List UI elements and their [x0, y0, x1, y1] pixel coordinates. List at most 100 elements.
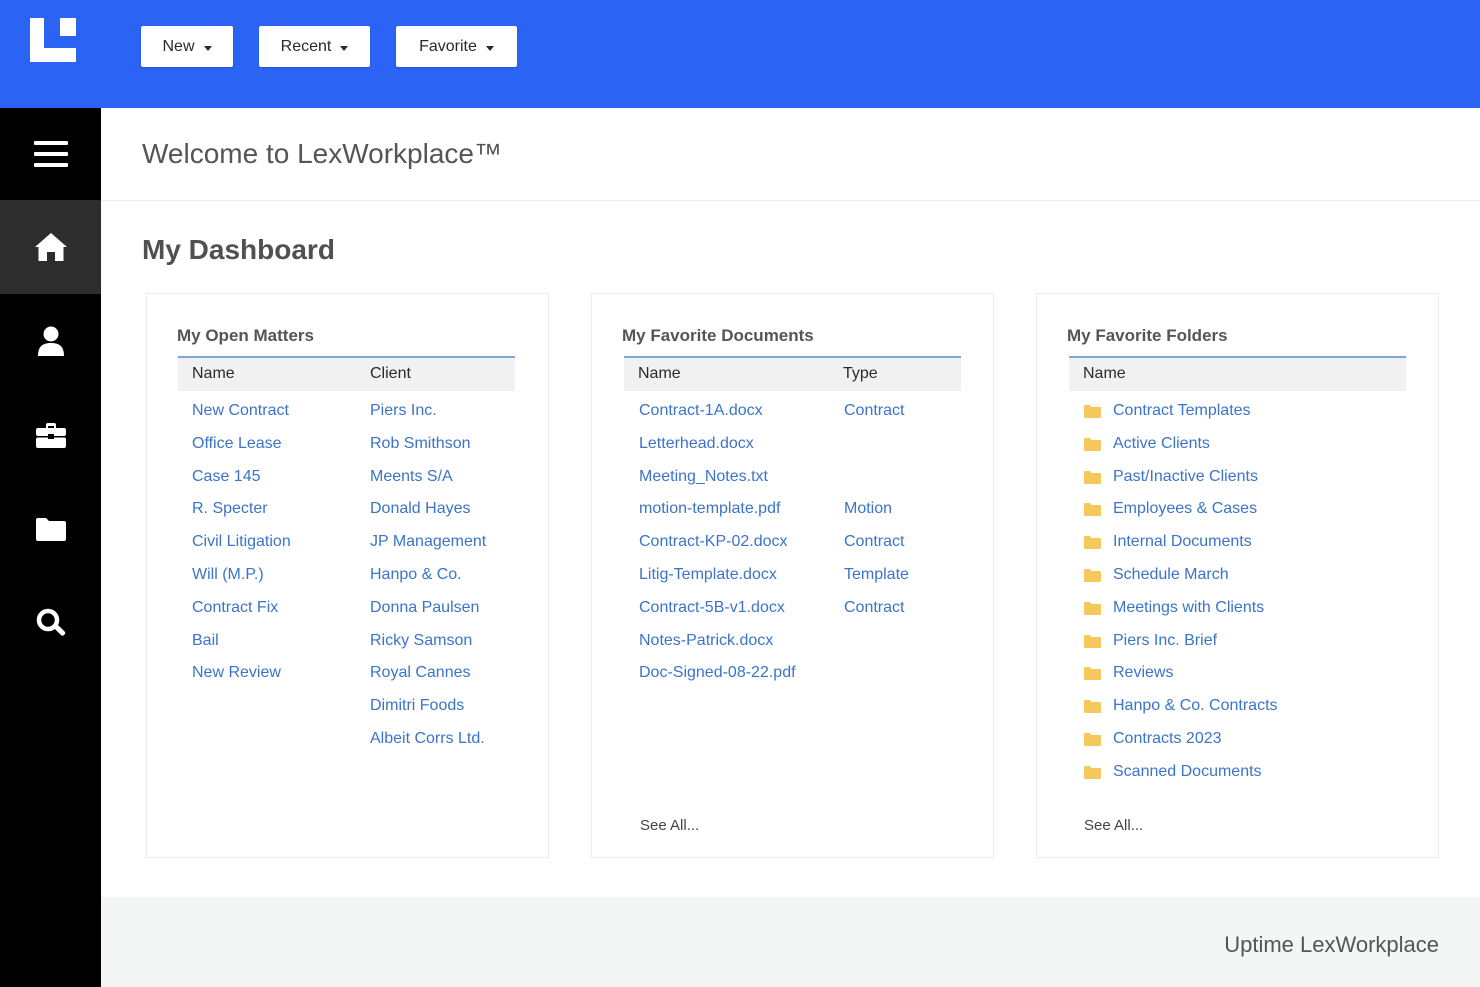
- document-name-link[interactable]: motion-template.pdf: [639, 500, 780, 518]
- folder-icon: [1084, 766, 1101, 779]
- top-bar: New Recent Favorite: [0, 0, 1480, 108]
- footer: Uptime LexWorkplace: [101, 897, 1480, 987]
- sidebar-item-home[interactable]: [0, 200, 101, 294]
- client-name-link[interactable]: Albeit Corrs Ltd.: [370, 730, 485, 748]
- welcome-header: Welcome to LexWorkplace™: [101, 108, 1480, 201]
- briefcase-icon: [35, 423, 66, 448]
- sidebar-item-search[interactable]: [0, 576, 101, 670]
- column-header-name: Name: [1083, 365, 1126, 382]
- matter-name-link[interactable]: Office Lease: [192, 435, 282, 453]
- matter-name-link[interactable]: Bail: [192, 632, 219, 650]
- client-name-link[interactable]: Donna Paulsen: [370, 599, 479, 617]
- client-name-link[interactable]: Rob Smithson: [370, 435, 471, 453]
- document-type-link[interactable]: Motion: [844, 500, 892, 518]
- client-name-link[interactable]: Donald Hayes: [370, 500, 471, 518]
- folder-icon: [1084, 602, 1101, 615]
- matter-name-link[interactable]: Contract Fix: [192, 599, 278, 617]
- favorite-documents-table-header: Name Type: [624, 356, 961, 391]
- favorite-button-label: Favorite: [419, 37, 477, 55]
- favorite-documents-card: My Favorite Documents Name Type See All.…: [591, 293, 994, 858]
- folder-icon: [1084, 405, 1101, 418]
- folder-icon: [1084, 700, 1101, 713]
- sidebar-item-documents[interactable]: [0, 482, 101, 576]
- favorite-folders-title: My Favorite Folders: [1067, 326, 1228, 345]
- open-matters-card: My Open Matters Name Client New Contract…: [146, 293, 549, 858]
- document-name-link[interactable]: Notes-Patrick.docx: [639, 632, 773, 650]
- footer-brand-text: Uptime LexWorkplace: [1224, 932, 1439, 957]
- folder-name-link[interactable]: Meetings with Clients: [1113, 599, 1264, 617]
- matter-name-link[interactable]: New Review: [192, 664, 281, 682]
- caret-down-icon: [485, 45, 494, 51]
- folder-icon: [1084, 438, 1101, 451]
- sidebar-menu-toggle[interactable]: [0, 108, 101, 200]
- home-icon: [34, 233, 67, 261]
- folder-icon: [1084, 733, 1101, 746]
- column-header-client: Client: [370, 365, 411, 382]
- document-type-link[interactable]: Contract: [844, 402, 904, 420]
- document-type-link[interactable]: Contract: [844, 599, 904, 617]
- folder-icon: [1084, 536, 1101, 549]
- document-type-link[interactable]: Contract: [844, 533, 904, 551]
- client-name-link[interactable]: Meents S/A: [370, 468, 453, 486]
- sidebar-item-matters[interactable]: [0, 388, 101, 482]
- client-name-link[interactable]: Piers Inc.: [370, 402, 437, 420]
- recent-button[interactable]: Recent: [259, 26, 370, 67]
- folder-name-link[interactable]: Internal Documents: [1113, 533, 1252, 551]
- client-name-link[interactable]: JP Management: [370, 533, 486, 551]
- document-name-link[interactable]: Contract-KP-02.docx: [639, 533, 788, 551]
- open-matters-table-header: Name Client: [178, 356, 515, 391]
- folder-icon: [35, 518, 66, 541]
- matter-name-link[interactable]: New Contract: [192, 402, 289, 420]
- matter-name-link[interactable]: R. Specter: [192, 500, 268, 518]
- open-matters-title: My Open Matters: [177, 326, 314, 345]
- folder-name-link[interactable]: Employees & Cases: [1113, 500, 1257, 518]
- document-name-link[interactable]: Doc-Signed-08-22.pdf: [639, 664, 796, 682]
- folder-icon: [1084, 667, 1101, 680]
- folder-name-link[interactable]: Piers Inc. Brief: [1113, 632, 1217, 650]
- folder-name-link[interactable]: Contracts 2023: [1113, 730, 1222, 748]
- sidebar-item-contacts[interactable]: [0, 294, 101, 388]
- search-icon: [36, 608, 65, 636]
- folder-name-link[interactable]: Contract Templates: [1113, 402, 1251, 420]
- welcome-title: Welcome to LexWorkplace™: [142, 138, 502, 169]
- column-header-type: Type: [843, 365, 878, 382]
- folder-icon: [1084, 635, 1101, 648]
- folder-name-link[interactable]: Past/Inactive Clients: [1113, 468, 1258, 486]
- folder-name-link[interactable]: Scanned Documents: [1113, 763, 1262, 781]
- favorite-folders-table-header: Name: [1069, 356, 1406, 391]
- menu-icon: [33, 141, 68, 167]
- document-name-link[interactable]: Meeting_Notes.txt: [639, 468, 768, 486]
- see-all-documents-link[interactable]: See All...: [640, 817, 699, 834]
- document-name-link[interactable]: Litig-Template.docx: [639, 566, 777, 584]
- see-all-folders-link[interactable]: See All...: [1084, 817, 1143, 834]
- column-header-name: Name: [192, 365, 235, 382]
- folder-icon: [1084, 471, 1101, 484]
- dashboard-title: My Dashboard: [142, 234, 335, 265]
- user-icon: [37, 326, 64, 356]
- favorite-folders-card: My Favorite Folders Name See All... Cont…: [1036, 293, 1439, 858]
- column-header-name: Name: [638, 365, 681, 382]
- matter-name-link[interactable]: Case 145: [192, 468, 261, 486]
- client-name-link[interactable]: Ricky Samson: [370, 632, 472, 650]
- client-name-link[interactable]: Dimitri Foods: [370, 697, 464, 715]
- new-button[interactable]: New: [141, 26, 233, 67]
- matter-name-link[interactable]: Will (M.P.): [192, 566, 264, 584]
- folder-name-link[interactable]: Active Clients: [1113, 435, 1210, 453]
- matter-name-link[interactable]: Civil Litigation: [192, 533, 291, 551]
- folder-icon: [1084, 569, 1101, 582]
- client-name-link[interactable]: Hanpo & Co.: [370, 566, 462, 584]
- recent-button-label: Recent: [280, 37, 332, 55]
- document-name-link[interactable]: Letterhead.docx: [639, 435, 754, 453]
- new-button-label: New: [162, 37, 195, 55]
- folder-name-link[interactable]: Schedule March: [1113, 566, 1229, 584]
- lexworkplace-logo[interactable]: [30, 18, 76, 62]
- folder-name-link[interactable]: Reviews: [1113, 664, 1173, 682]
- folder-name-link[interactable]: Hanpo & Co. Contracts: [1113, 697, 1278, 715]
- favorite-documents-title: My Favorite Documents: [622, 326, 814, 345]
- folder-icon: [1084, 503, 1101, 516]
- document-name-link[interactable]: Contract-1A.docx: [639, 402, 763, 420]
- document-type-link[interactable]: Template: [844, 566, 909, 584]
- favorite-button[interactable]: Favorite: [396, 26, 517, 67]
- document-name-link[interactable]: Contract-5B-v1.docx: [639, 599, 785, 617]
- client-name-link[interactable]: Royal Cannes: [370, 664, 471, 682]
